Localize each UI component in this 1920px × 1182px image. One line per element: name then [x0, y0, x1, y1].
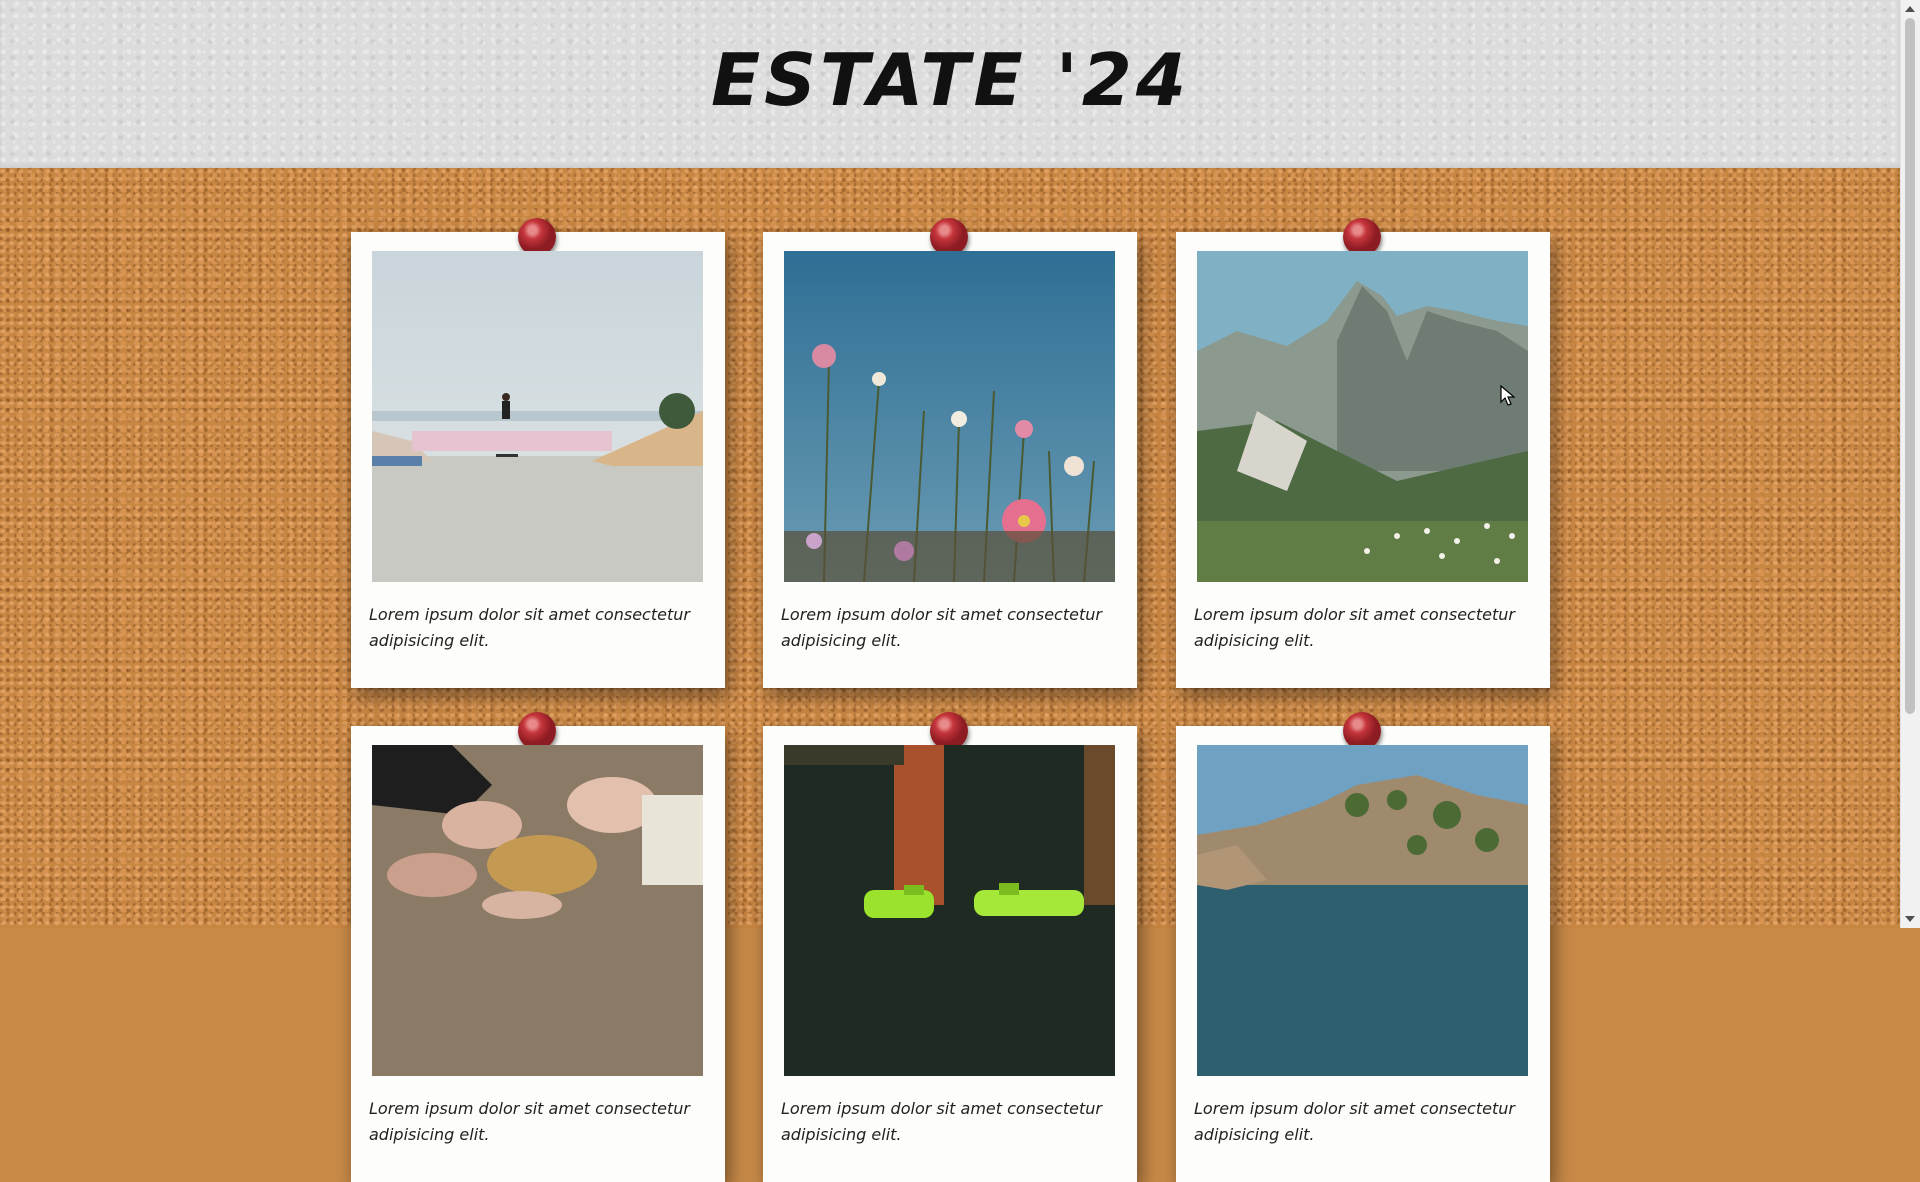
scroll-up-arrow-icon[interactable]	[1905, 6, 1915, 12]
skatepark-photo	[372, 251, 703, 582]
polaroid-card[interactable]: Lorem ipsum dolor sit amet consectetur a…	[351, 218, 725, 688]
scroll-thumb[interactable]	[1905, 18, 1915, 714]
polaroid-card[interactable]: Lorem ipsum dolor sit amet consectetur a…	[1176, 218, 1550, 688]
mountains-photo	[1197, 251, 1528, 582]
card-caption: Lorem ipsum dolor sit amet consectetur a…	[781, 605, 1102, 650]
page-title: ESTATE '24	[711, 38, 1190, 122]
vertical-scrollbar[interactable]	[1900, 0, 1920, 928]
card-caption: Lorem ipsum dolor sit amet consectetur a…	[781, 1099, 1102, 1144]
polaroid-card[interactable]: Lorem ipsum dolor sit amet consectetur a…	[1176, 712, 1550, 1182]
polaroid-card[interactable]: Lorem ipsum dolor sit amet consectetur a…	[763, 712, 1137, 1182]
cork-board: Lorem ipsum dolor sit amet consectetur a…	[0, 168, 1901, 1182]
scroll-down-arrow-icon[interactable]	[1905, 916, 1915, 922]
page-header: ESTATE '24	[0, 0, 1901, 168]
card-caption: Lorem ipsum dolor sit amet consectetur a…	[1194, 1099, 1515, 1144]
card-caption: Lorem ipsum dolor sit amet consectetur a…	[1194, 605, 1515, 650]
card-caption: Lorem ipsum dolor sit amet consectetur a…	[369, 605, 690, 650]
wildflowers-photo	[784, 251, 1115, 582]
polaroid-card[interactable]: Lorem ipsum dolor sit amet consectetur a…	[763, 218, 1137, 688]
polaroid-card[interactable]: Lorem ipsum dolor sit amet consectetur a…	[351, 712, 725, 1182]
water-guns-photo	[784, 745, 1115, 1076]
coastline-photo	[1197, 745, 1528, 1076]
hands-food-photo	[372, 745, 703, 1076]
mouse-pointer-icon	[1500, 385, 1516, 406]
card-caption: Lorem ipsum dolor sit amet consectetur a…	[369, 1099, 690, 1144]
